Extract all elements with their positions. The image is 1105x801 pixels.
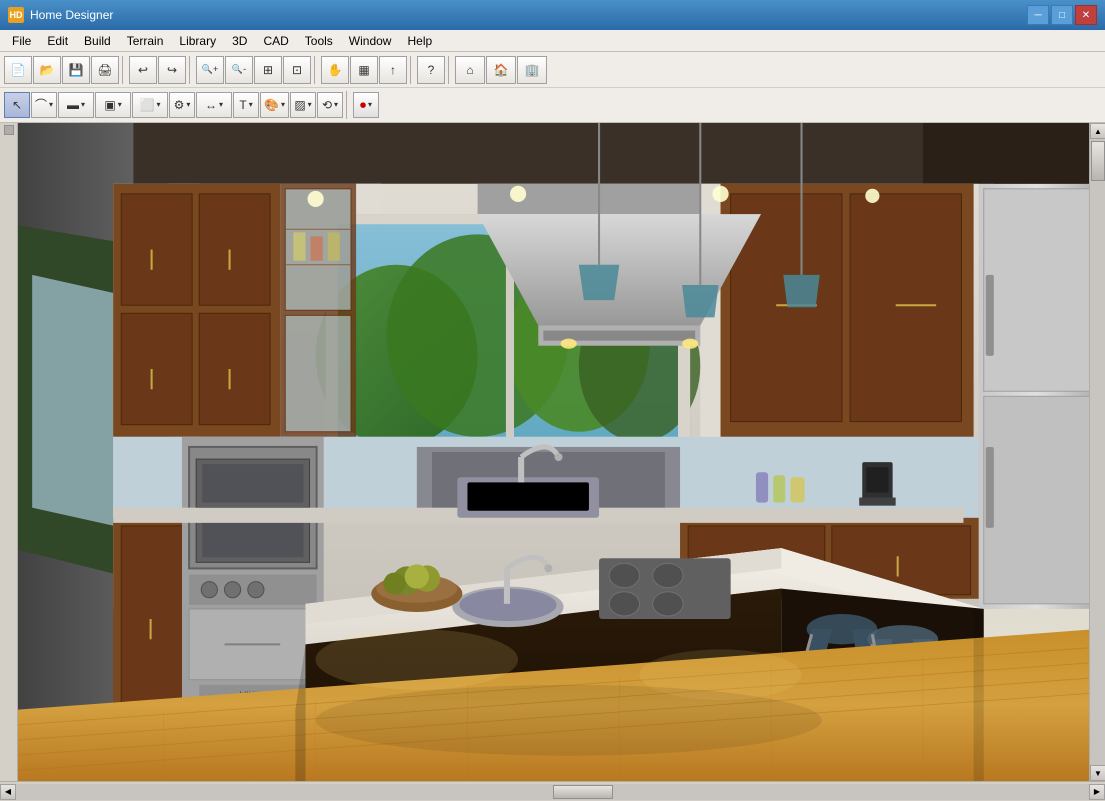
pan-button[interactable]: ✋ <box>321 56 349 84</box>
title-bar-left: HD Home Designer <box>8 7 113 23</box>
cabinet-tool-button[interactable]: ▣▾ <box>95 92 131 118</box>
scroll-right-button[interactable]: ▶ <box>1089 784 1105 800</box>
sep-4 <box>410 56 414 84</box>
app-icon: HD <box>8 7 24 23</box>
zoom-out-button[interactable]: 🔍- <box>225 56 253 84</box>
menu-window[interactable]: Window <box>341 30 400 51</box>
menu-tools[interactable]: Tools <box>297 30 341 51</box>
left-panel <box>0 123 18 781</box>
select-tool-button[interactable]: ↖ <box>4 92 30 118</box>
scroll-left-button[interactable]: ◀ <box>0 784 16 800</box>
scroll-down-button[interactable]: ▼ <box>1090 765 1105 781</box>
text-tool-button[interactable]: T▾ <box>233 92 259 118</box>
sep-3 <box>314 56 318 84</box>
bottom-scrollbar: ◀ ▶ <box>0 781 1105 801</box>
scroll-up-button[interactable]: ▲ <box>1090 123 1105 139</box>
scroll-track-bottom[interactable] <box>16 784 1089 800</box>
menu-bar: File Edit Build Terrain Library 3D CAD T… <box>0 30 1105 52</box>
left-panel-handle[interactable] <box>4 125 14 135</box>
menu-edit[interactable]: Edit <box>39 30 76 51</box>
floor-plan-button[interactable]: 🏠 <box>486 56 516 84</box>
toolbar-container: 📄 📂 💾 🖨 ↩ ↪ 🔍+ 🔍- ⊞ ⊡ ✋ ▦ ↑ ? ⌂ 🏠 🏢 ↖ ⌒▾… <box>0 52 1105 123</box>
kitchen-scene: VIKING <box>18 123 1089 781</box>
right-scrollbar: ▲ ▼ <box>1089 123 1105 781</box>
record-button[interactable]: ⏺▾ <box>353 92 379 118</box>
maximize-button[interactable]: □ <box>1051 5 1073 25</box>
scroll-thumb-bottom[interactable] <box>553 785 613 799</box>
menu-cad[interactable]: CAD <box>255 30 296 51</box>
arc-tool-button[interactable]: ⌒▾ <box>31 92 57 118</box>
redo-button[interactable]: ↪ <box>158 56 186 84</box>
main-area: VIKING <box>0 123 1105 781</box>
new-button[interactable]: 📄 <box>4 56 32 84</box>
fill-view-button[interactable]: ▦ <box>350 56 378 84</box>
menu-help[interactable]: Help <box>399 30 440 51</box>
dimension-tool-button[interactable]: ↔▾ <box>196 92 232 118</box>
toolbar-1: 📄 📂 💾 🖨 ↩ ↪ 🔍+ 🔍- ⊞ ⊡ ✋ ▦ ↑ ? ⌂ 🏠 🏢 <box>0 52 1105 88</box>
fixture-tool-button[interactable]: ⚙▾ <box>169 92 195 118</box>
menu-terrain[interactable]: Terrain <box>119 30 172 51</box>
sep-2 <box>189 56 193 84</box>
undo-button[interactable]: ↩ <box>129 56 157 84</box>
arrow-button[interactable]: ↑ <box>379 56 407 84</box>
menu-file[interactable]: File <box>4 30 39 51</box>
wall-tool-button[interactable]: ▬▾ <box>58 92 94 118</box>
window-controls: ─ □ ✕ <box>1027 5 1097 25</box>
help-cursor-button[interactable]: ? <box>417 56 445 84</box>
sep-5 <box>448 56 452 84</box>
zoom-region-button[interactable]: ⊡ <box>283 56 311 84</box>
elevation-button[interactable]: 🏢 <box>517 56 547 84</box>
fill-tool-button[interactable]: ▨▾ <box>290 92 316 118</box>
sep-1 <box>122 56 126 84</box>
stairs-tool-button[interactable]: ⬜▾ <box>132 92 168 118</box>
minimize-button[interactable]: ─ <box>1027 5 1049 25</box>
print-button[interactable]: 🖨 <box>91 56 119 84</box>
save-button[interactable]: 💾 <box>62 56 90 84</box>
roof-view-button[interactable]: ⌂ <box>455 56 485 84</box>
transform-tool-button[interactable]: ⟲▾ <box>317 92 343 118</box>
window-title: Home Designer <box>30 8 113 22</box>
menu-library[interactable]: Library <box>171 30 224 51</box>
open-button[interactable]: 📂 <box>33 56 61 84</box>
title-bar: HD Home Designer ─ □ ✕ <box>0 0 1105 30</box>
3d-viewport[interactable]: VIKING <box>18 123 1089 781</box>
menu-build[interactable]: Build <box>76 30 119 51</box>
material-tool-button[interactable]: 🎨▾ <box>260 92 289 118</box>
scroll-track-right[interactable] <box>1090 139 1105 765</box>
close-button[interactable]: ✕ <box>1075 5 1097 25</box>
menu-3d[interactable]: 3D <box>224 30 255 51</box>
toolbar-2: ↖ ⌒▾ ▬▾ ▣▾ ⬜▾ ⚙▾ ↔▾ T▾ 🎨▾ ▨▾ ⟲▾ <box>0 88 1105 122</box>
zoom-in-button[interactable]: 🔍+ <box>196 56 224 84</box>
scroll-thumb-right[interactable] <box>1091 141 1105 181</box>
sep-t2 <box>346 91 350 119</box>
zoom-fit-button[interactable]: ⊞ <box>254 56 282 84</box>
